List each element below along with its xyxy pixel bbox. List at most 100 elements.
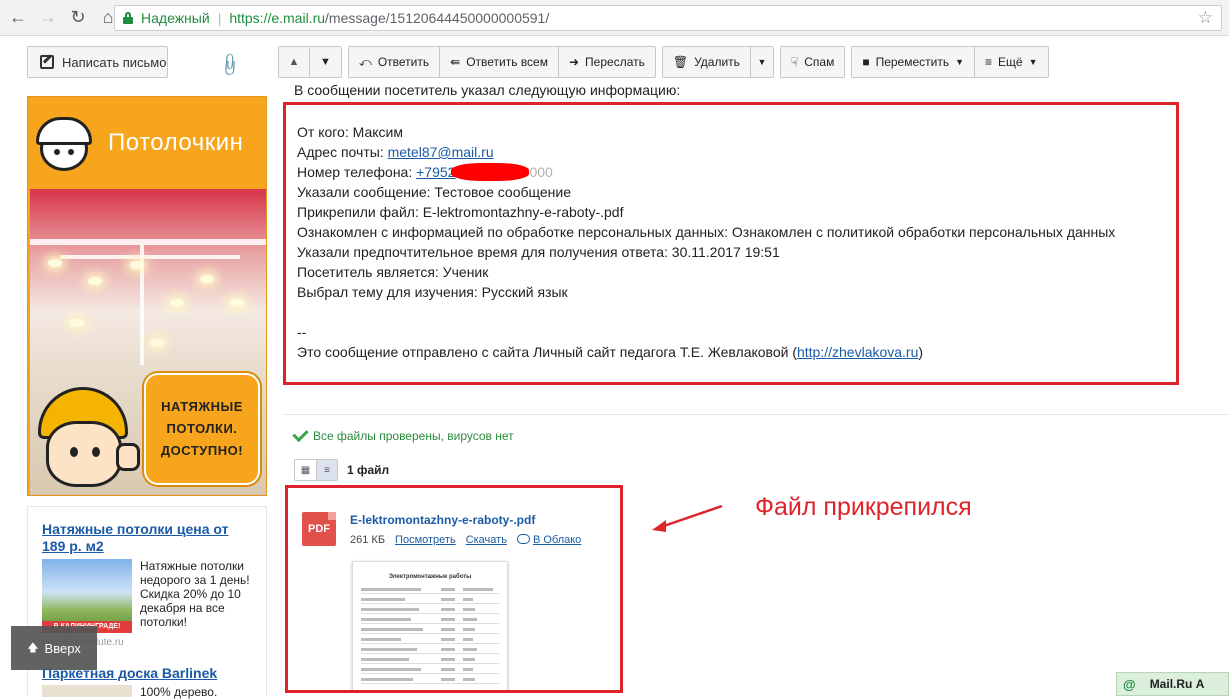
files-count: 1 файл: [347, 463, 390, 477]
attachment-highlight-box: PDF E-lektromontazhny-e-raboty-.pdf 261 …: [285, 485, 623, 693]
arrow-up-icon: 🡅: [27, 641, 39, 654]
back-arrow-icon[interactable]: ←: [6, 6, 30, 30]
url-path: /message/15120644450000000591/: [325, 10, 550, 26]
url-host: https://e.mail.ru: [229, 10, 326, 26]
address-separator: |: [217, 10, 222, 26]
attachment-size: 261 КБ: [350, 534, 386, 546]
view-link[interactable]: Посмотреть: [395, 534, 456, 546]
scroll-up-label: Вверх: [44, 640, 81, 656]
mailru-agent-tab[interactable]: @ Mail.Ru А: [1116, 672, 1229, 696]
list-view-icon[interactable]: ≡: [315, 460, 337, 480]
ad-banner[interactable]: Потолочкин НАТЯЖНЫЕ ПОТОЛКИ. ДОСТУПНО!: [27, 96, 267, 496]
address-bar[interactable]: Надежный | https://e.mail.ru /message/15…: [114, 5, 1222, 31]
spam-label: Спам: [804, 55, 835, 69]
ad-brand-title: Потолочкин: [108, 129, 244, 156]
move-button[interactable]: ■ Переместить ▼: [852, 47, 976, 77]
reply-all-label: Ответить всем: [466, 55, 548, 69]
pdf-preview-title: Электромонтажные работы: [388, 574, 472, 580]
redaction-mark: [451, 163, 530, 181]
reply-group: ⤺ Ответить ⇚ Ответить всем ➜ Переслать: [348, 46, 656, 78]
message-highlight-box: От кого: Максим Адрес почты: metel87@mai…: [283, 102, 1179, 385]
message-toolbar: ▲ ▼ ⤺ Ответить ⇚ Ответить всем ➜ Переслать …: [278, 46, 1055, 78]
ad-thumbnail-ceilings[interactable]: В КАЛИНИНГРАДЕ!: [42, 559, 132, 633]
scroll-up-button[interactable]: 🡅 Вверх: [11, 626, 97, 670]
compose-icon: [40, 55, 54, 69]
delete-button[interactable]: 🗑 Удалить: [663, 47, 751, 77]
ad-link-ceilings[interactable]: Натяжные потолки цена от 189 р. м2: [42, 521, 252, 555]
site-link[interactable]: http://zhevlakova.ru: [797, 344, 918, 360]
ad-badge: НАТЯЖНЫЕ ПОТОЛКИ. ДОСТУПНО!: [144, 373, 260, 485]
reload-icon[interactable]: ↻: [66, 6, 90, 30]
cloud-icon: [516, 534, 530, 544]
trash-icon: 🗑: [672, 55, 689, 69]
spam-group: ☟ Спам: [779, 46, 846, 78]
compose-button[interactable]: Написать письмо: [27, 46, 168, 78]
paperclip-icon[interactable]: 📎: [216, 51, 244, 79]
reply-all-button[interactable]: ⇚ Ответить всем: [440, 47, 559, 77]
prev-message-icon[interactable]: ▲: [279, 47, 310, 77]
bookmark-star-icon[interactable]: ☆: [1198, 8, 1213, 28]
ad-thumbnail-parquet[interactable]: [42, 685, 132, 697]
pdf-file-icon[interactable]: PDF: [302, 512, 336, 546]
phone-link[interactable]: +7952: [416, 164, 455, 180]
ad-description-parquet: 100% дерево.: [140, 685, 218, 699]
forward-button[interactable]: ➜ Переслать: [559, 47, 655, 77]
reply-button[interactable]: ⤺ Ответить: [349, 47, 441, 77]
compose-label: Написать письмо: [62, 54, 167, 70]
phone-tail: 000: [529, 164, 553, 180]
folder-icon: ■: [862, 55, 870, 69]
reply-label: Ответить: [377, 55, 430, 69]
spam-button[interactable]: ☟ Спам: [781, 47, 844, 77]
ad-badge-text: НАТЯЖНЫЕ ПОТОЛКИ. ДОСТУПНО!: [160, 399, 244, 458]
move-group: ■ Переместить ▼ ≡ Ещё ▼: [851, 46, 1049, 78]
save-to-cloud-link[interactable]: В Облако: [533, 534, 581, 546]
thumbs-down-icon: ☟: [790, 55, 799, 69]
line-consent: Ознакомлен с информацией по обработке пе…: [297, 224, 1116, 240]
line-email: Адрес почты: metel87@mail.ru: [297, 142, 1115, 162]
menu-icon: ≡: [985, 55, 993, 69]
ad-banner-header: Потолочкин: [28, 97, 266, 189]
more-label: Ещё: [998, 55, 1023, 69]
reply-icon: ⤺: [359, 54, 372, 69]
download-link[interactable]: Скачать: [466, 534, 507, 546]
delete-label: Удалить: [694, 55, 740, 69]
forward-arrow-icon[interactable]: →: [36, 6, 60, 30]
more-dropdown-icon: ▼: [1028, 57, 1038, 67]
line-message: Указали сообщение: Тестовое сообщение: [297, 184, 571, 200]
phone-label: Номер телефона:: [297, 164, 417, 180]
check-icon: [292, 425, 309, 443]
line-visitor: Посетитель является: Ученик: [297, 264, 489, 280]
next-message-icon[interactable]: ▼: [310, 47, 341, 77]
move-label: Переместить: [875, 55, 950, 69]
secure-label: Надежный: [141, 10, 210, 26]
line-topic: Выбрал тему для изучения: Русский язык: [297, 284, 568, 300]
ad-description-ceilings: Натяжные потолки недорого за 1 день! Ски…: [140, 559, 250, 629]
line-file: Прикрепили файл: E-lektromontazhny-e-rab…: [297, 204, 624, 220]
attachment-view-toggle: ▦ ≡: [294, 459, 338, 481]
signature-dash: --: [297, 324, 307, 340]
email-label: Адрес почты:: [297, 144, 388, 160]
delete-group: 🗑 Удалить ▼: [661, 46, 774, 78]
more-button[interactable]: ≡ Ещё ▼: [975, 47, 1048, 77]
line-phone: Номер телефона: +7952 000: [297, 162, 1115, 182]
message-body: От кого: Максим Адрес почты: metel87@mai…: [297, 122, 1115, 362]
attachment-name-link[interactable]: E-lektromontazhny-e-raboty-.pdf: [350, 513, 535, 527]
line-time: Указали предпочтительное время для получ…: [297, 244, 780, 260]
virus-status: Все файлы проверены, вирусов нет: [292, 425, 514, 443]
forward-icon: ➜: [568, 55, 580, 69]
attachment-meta: 261 КБ Посмотреть Скачать В Облако: [350, 534, 581, 546]
attachments-divider: [283, 414, 1229, 415]
browser-toolbar: ← → ↻ ⌂ Надежный | https://e.mail.ru /me…: [0, 0, 1229, 36]
reply-all-icon: ⇚: [450, 55, 461, 69]
delete-dropdown-icon[interactable]: ▼: [751, 47, 773, 77]
pdf-preview-thumbnail[interactable]: Электромонтажные работы: [352, 561, 508, 690]
line-footer: Это сообщение отправлено с сайта Личный …: [297, 342, 1115, 362]
grid-view-icon[interactable]: ▦: [295, 460, 316, 480]
mailru-agent-label: Mail.Ru А: [1149, 677, 1205, 691]
footer-close: ): [918, 344, 924, 360]
annotation-arrow: [652, 504, 723, 532]
virus-status-label: Все файлы проверены, вирусов нет: [313, 429, 514, 443]
email-link[interactable]: metel87@mail.ru: [388, 144, 494, 160]
mascot-illustration: [32, 387, 142, 495]
